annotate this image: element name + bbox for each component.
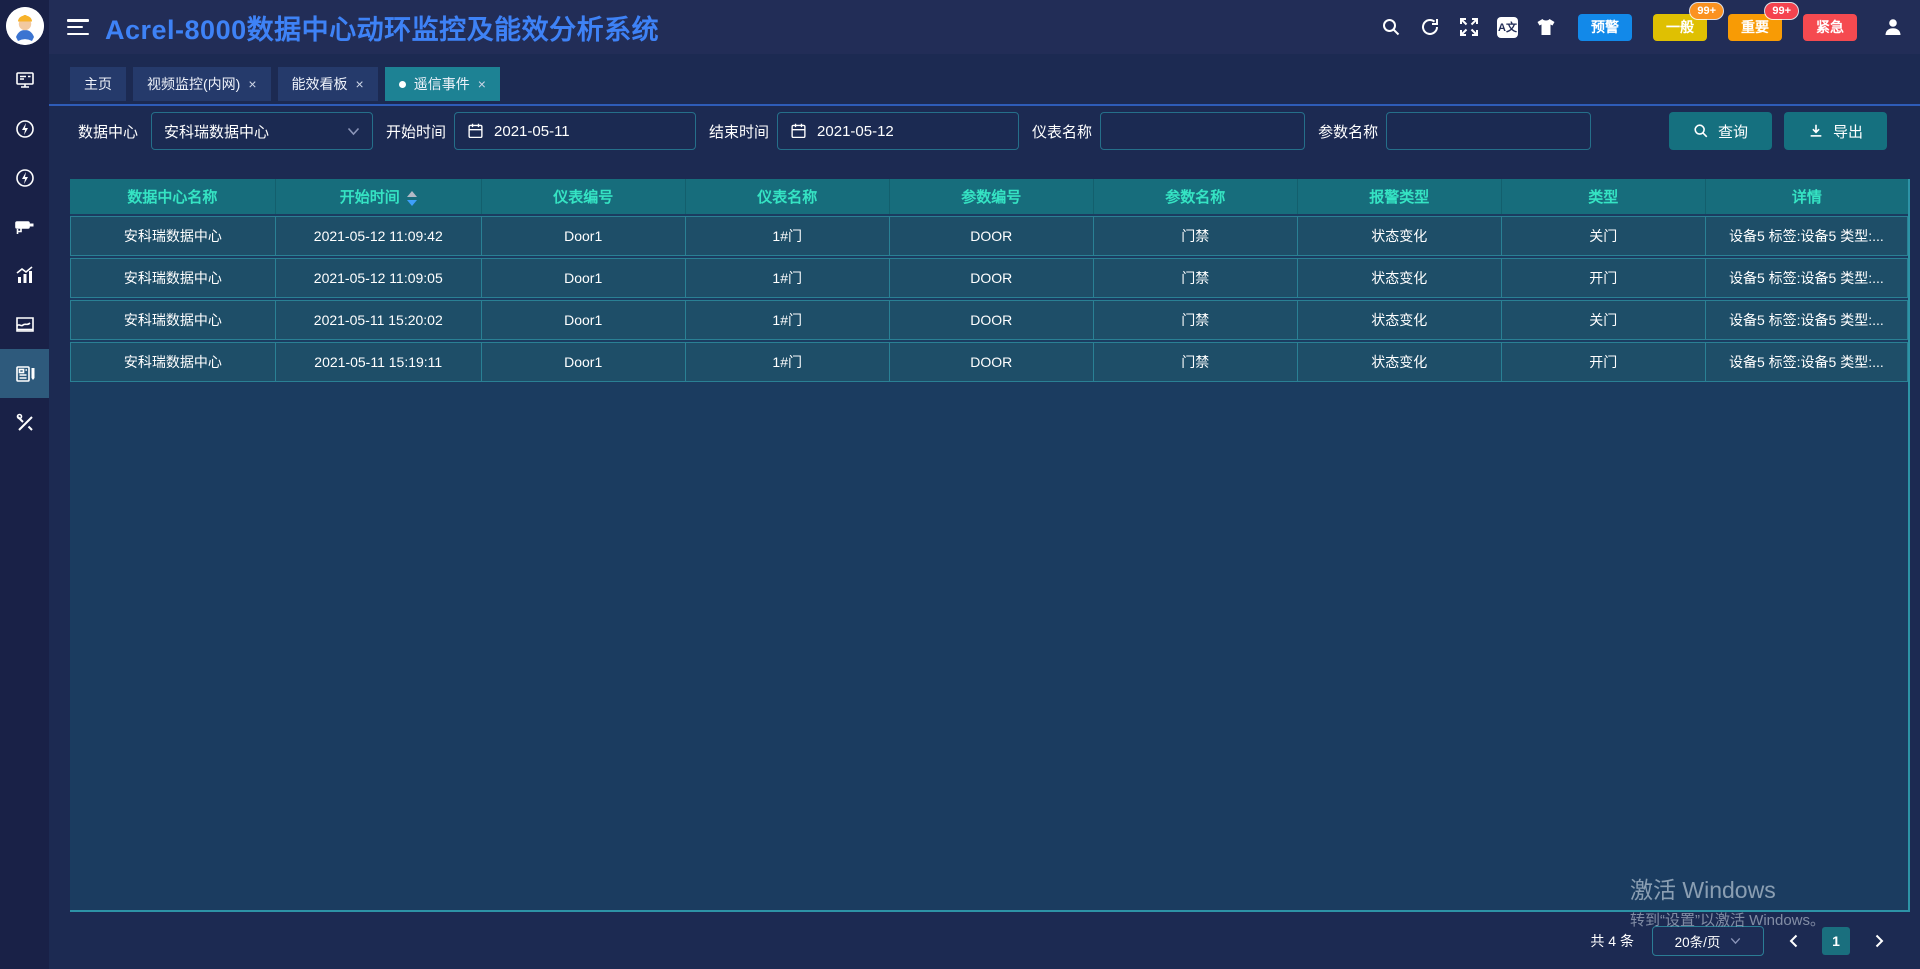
col-param-id: 参数编号 [890, 179, 1094, 214]
param-name-input[interactable] [1386, 112, 1591, 150]
sort-desc-icon[interactable] [407, 200, 417, 206]
chevron-down-icon [1730, 937, 1741, 945]
cctv-camera-icon [14, 216, 36, 238]
tab-energy-board[interactable]: 能效看板 × [278, 67, 378, 101]
energy-monitor-icon [14, 118, 36, 140]
tab-video-monitor[interactable]: 视频监控(内网) × [133, 67, 271, 101]
close-icon[interactable]: × [248, 77, 256, 91]
chevron-left-icon [1789, 934, 1798, 948]
fullscreen-icon[interactable] [1458, 16, 1480, 38]
energy-analysis-icon [14, 167, 36, 189]
calendar-icon [790, 122, 807, 140]
user-avatar[interactable] [6, 7, 44, 45]
translate-icon[interactable]: A文 [1497, 17, 1518, 38]
sidebar-item-energy[interactable] [0, 104, 49, 153]
sort-asc-icon[interactable] [407, 191, 417, 197]
start-date-input[interactable]: 2021-05-11 [454, 112, 696, 150]
close-icon[interactable]: × [478, 77, 486, 91]
meter-name-input[interactable] [1100, 112, 1305, 150]
active-dot-icon [399, 81, 406, 88]
alarm-badge-urgent[interactable]: 紧急 [1803, 14, 1857, 41]
event-log-icon [14, 363, 36, 385]
alarm-badge-warning[interactable]: 预警 [1578, 14, 1632, 41]
col-meter-name: 仪表名称 [686, 179, 890, 214]
datacenter-select[interactable]: 安科瑞数据中心 [151, 112, 373, 150]
end-date-input[interactable]: 2021-05-12 [777, 112, 1019, 150]
chevron-down-icon [347, 127, 360, 136]
monitor-dashboard-icon [14, 69, 36, 91]
total-count: 共 4 条 [1590, 931, 1634, 951]
start-time-label: 开始时间 [386, 121, 446, 142]
alarm-badge-important[interactable]: 重要 99+ [1728, 14, 1782, 41]
col-detail: 详情 [1706, 179, 1908, 214]
tab-bar: 主页 视频监控(内网) × 能效看板 × 遥信事件 × [49, 54, 1920, 106]
events-table-panel: 数据中心名称 开始时间 仪表编号 仪表名称 参数编号 参数名称 报警类型 类型 … [70, 179, 1910, 912]
trend-report-icon [14, 314, 36, 336]
topbar: Acrel-8000数据中心动环监控及能效分析系统 A文 预警 一般 99+ 重… [49, 0, 1920, 54]
menu-toggle-icon[interactable] [67, 19, 89, 35]
col-start-time[interactable]: 开始时间 [276, 179, 482, 214]
worker-avatar-icon [6, 7, 44, 45]
alarm-badge-general[interactable]: 一般 99+ [1653, 14, 1707, 41]
sidebar-item-statistics[interactable] [0, 251, 49, 300]
table-row: 安科瑞数据中心2021-05-12 11:09:42Door11#门DOOR门禁… [70, 216, 1908, 256]
pagination-bar: 共 4 条 20条/页 1 [49, 912, 1920, 969]
meter-name-label: 仪表名称 [1032, 121, 1092, 142]
sidebar-item-settings[interactable] [0, 398, 49, 447]
page-number-button[interactable]: 1 [1822, 927, 1850, 955]
close-icon[interactable]: × [356, 77, 364, 91]
table-row: 安科瑞数据中心2021-05-11 15:20:02Door11#门DOOR门禁… [70, 300, 1908, 340]
page-size-select[interactable]: 20条/页 [1652, 926, 1764, 956]
download-icon [1808, 123, 1824, 139]
bar-chart-icon [14, 265, 36, 287]
col-datacenter: 数据中心名称 [70, 179, 276, 214]
table-row: 安科瑞数据中心2021-05-11 15:19:11Door11#门DOOR门禁… [70, 342, 1908, 382]
sidebar-item-events[interactable] [0, 349, 49, 398]
param-name-label: 参数名称 [1318, 121, 1378, 142]
tab-home[interactable]: 主页 [70, 67, 126, 101]
col-meter-id: 仪表编号 [482, 179, 686, 214]
datacenter-label: 数据中心 [78, 121, 138, 142]
filter-bar: 数据中心 安科瑞数据中心 开始时间 2021-05-11 结束时间 2021-0… [49, 106, 1920, 156]
search-icon [1693, 123, 1709, 139]
sidebar-item-monitor[interactable] [0, 55, 49, 104]
search-button[interactable]: 查询 [1669, 112, 1772, 150]
user-icon[interactable] [1882, 16, 1904, 38]
events-table: 数据中心名称 开始时间 仪表编号 仪表名称 参数编号 参数名称 报警类型 类型 … [70, 177, 1908, 384]
table-row: 安科瑞数据中心2021-05-12 11:09:05Door11#门DOOR门禁… [70, 258, 1908, 298]
app-title: Acrel-8000数据中心动环监控及能效分析系统 [105, 8, 659, 47]
tools-icon [14, 412, 36, 434]
sidebar [0, 0, 49, 969]
col-type: 类型 [1502, 179, 1706, 214]
end-time-label: 结束时间 [709, 121, 769, 142]
count-badge: 99+ [1690, 3, 1723, 19]
sidebar-item-trend[interactable] [0, 300, 49, 349]
col-alarm-type: 报警类型 [1298, 179, 1502, 214]
calendar-icon [467, 122, 484, 140]
sort-icon[interactable] [407, 191, 417, 206]
export-button[interactable]: 导出 [1784, 112, 1887, 150]
search-icon[interactable] [1380, 16, 1402, 38]
col-param-name: 参数名称 [1094, 179, 1298, 214]
prev-page-button[interactable] [1782, 927, 1804, 955]
next-page-button[interactable] [1868, 927, 1890, 955]
chevron-right-icon [1875, 934, 1884, 948]
refresh-icon[interactable] [1419, 16, 1441, 38]
table-header-row: 数据中心名称 开始时间 仪表编号 仪表名称 参数编号 参数名称 报警类型 类型 … [70, 179, 1908, 214]
theme-shirt-icon[interactable] [1535, 16, 1557, 38]
tab-remote-events[interactable]: 遥信事件 × [385, 67, 500, 101]
count-badge: 99+ [1765, 3, 1798, 19]
sidebar-item-video[interactable] [0, 202, 49, 251]
sidebar-item-energy-analysis[interactable] [0, 153, 49, 202]
